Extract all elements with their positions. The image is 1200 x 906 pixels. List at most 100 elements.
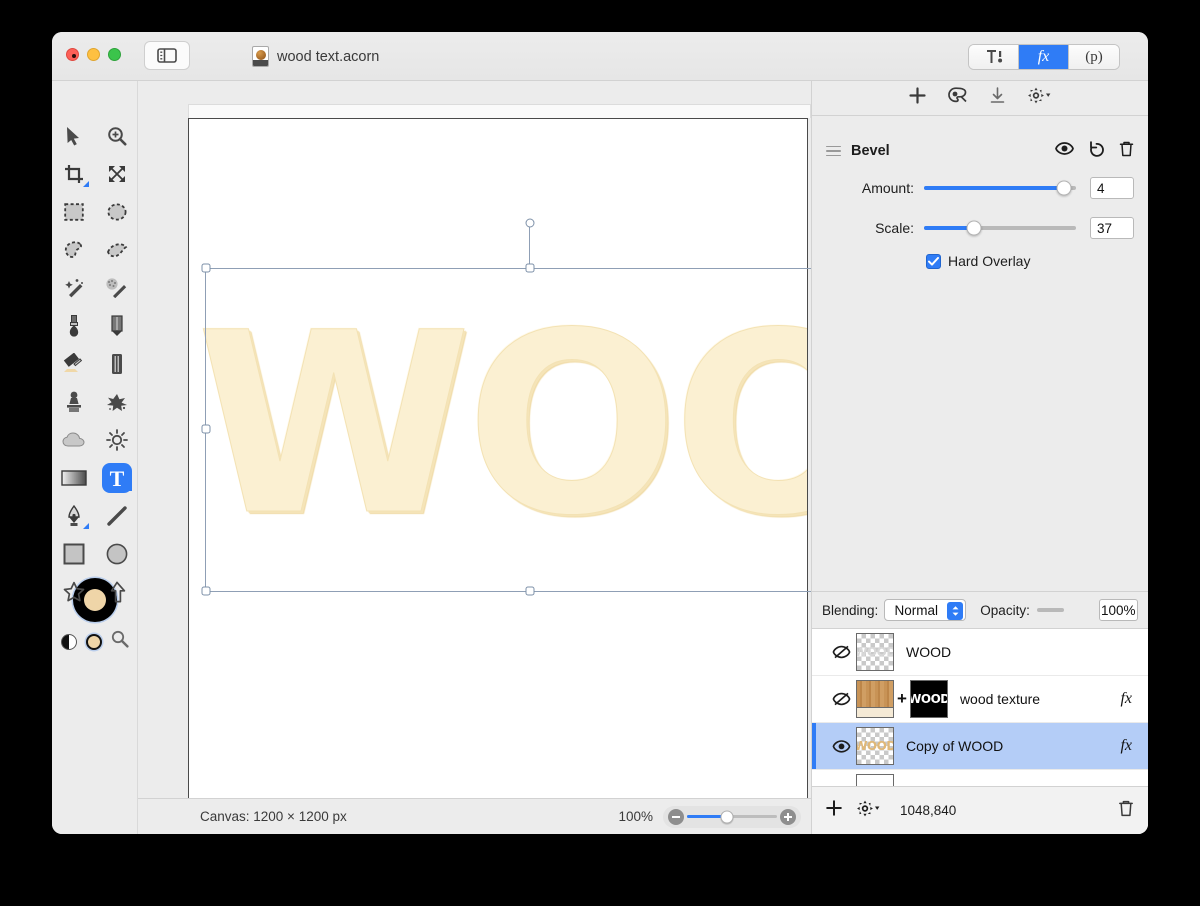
delete-icon[interactable] [1119,141,1134,162]
tab-presets[interactable]: (p) [1069,45,1119,69]
visibility-eye-icon[interactable] [1055,142,1074,160]
polygon-lasso-tool[interactable] [95,231,138,269]
layer-visibility-toggle[interactable] [830,692,852,706]
zoom-in-icon[interactable] [780,808,796,825]
rect-select-tool[interactable] [52,193,95,231]
zoom-tool[interactable] [95,117,138,155]
gradient-tool[interactable] [52,459,95,497]
reset-icon[interactable] [1088,140,1105,162]
tab-filters[interactable]: fx [1019,45,1069,69]
canvas-page[interactable]: WOOD [188,118,808,809]
filter-title: Bevel [851,143,890,159]
scale-value-field[interactable]: 37 [1090,217,1134,239]
amount-value-field[interactable]: 4 [1090,177,1134,199]
color-picker-icon[interactable] [111,630,129,653]
scale-slider-knob[interactable] [966,220,982,236]
tab-tools[interactable] [969,45,1019,69]
layer-name[interactable]: WOOD [906,644,951,660]
layer-visibility-toggle[interactable] [830,739,852,753]
eye-hidden-icon [832,692,850,706]
ellipse-select-tool[interactable] [95,193,138,231]
lasso-tool[interactable] [52,231,95,269]
zoom-slider[interactable] [663,805,801,828]
layer-visibility-toggle[interactable] [830,645,852,659]
delete-layer-icon[interactable] [1118,800,1134,822]
blending-mode-value: Normal [894,602,939,618]
filter-controls: Amount: 4 Scale: 37 Hard Overlay [812,173,1148,269]
ellipse-tool[interactable] [95,535,138,573]
line-tool[interactable] [95,497,138,535]
dither-wand-tool[interactable] [95,269,138,307]
rectangle-tool[interactable] [52,535,95,573]
amount-slider[interactable] [924,180,1076,196]
palette-icon[interactable] [948,87,968,109]
drag-grip-icon[interactable] [826,145,841,157]
layer-row-wood-texture[interactable]: + WOOD wood texture fx [812,676,1148,723]
scale-slider[interactable] [924,220,1076,236]
swap-colors-icon[interactable] [61,633,77,650]
line-icon [106,505,128,527]
stamp-icon [64,391,84,413]
document-title[interactable]: wood text.acorn [252,46,379,67]
eraser-icon [111,353,123,375]
app-window: wood text.acorn fx (p) T WO Canvas: 1200… [52,32,1148,834]
download-icon[interactable] [990,87,1005,109]
eye-visible-icon [832,739,850,753]
move-tool[interactable] [52,117,95,155]
zoom-out-icon[interactable] [668,808,684,825]
close-window-button[interactable] [66,48,79,61]
minimize-window-button[interactable] [87,48,100,61]
magic-wand-tool[interactable] [52,269,95,307]
layers-footer: 1048,840 [812,786,1148,834]
layer-thumbnails: WOOD [856,633,894,671]
hard-overlay-checkbox[interactable] [926,253,941,269]
pen-nib-icon [66,505,82,527]
thumbnail-text: WOOD [856,739,894,753]
settings-gear-icon[interactable] [1027,87,1051,109]
zoom-slider-track[interactable] [687,810,777,823]
sidebar-toggle-button[interactable] [144,41,190,70]
zoom-slider-knob[interactable] [720,810,734,823]
amount-slider-knob[interactable] [1056,180,1072,196]
layer-row-wood[interactable]: WOOD WOOD [812,629,1148,676]
add-filter-icon[interactable] [909,87,926,109]
clone-stamp-tool[interactable] [52,383,95,421]
tool-options-badge [83,523,89,529]
pencil-tool[interactable] [95,307,138,345]
layer-name[interactable]: Copy of WOOD [906,738,1003,754]
opacity-value-field[interactable]: 100% [1098,599,1138,621]
text-tool[interactable]: T [95,459,138,497]
layer-fx-badge[interactable]: fx [1120,737,1132,755]
paint-bucket-tool[interactable] [52,345,95,383]
brush-tool[interactable] [52,307,95,345]
zoom-window-button[interactable] [108,48,121,61]
layer-settings-gear-icon[interactable] [856,800,880,822]
transform-tool[interactable] [95,155,138,193]
document-title-text: wood text.acorn [277,48,380,65]
layer-memory-count: 1048,840 [900,803,957,818]
canvas-status-bar: Canvas: 1200 × 1200 px 100% [138,798,811,834]
rectangle-icon [63,543,85,565]
dodge-tool[interactable] [95,421,138,459]
blending-mode-select[interactable]: Normal [884,599,967,621]
control-hard-overlay[interactable]: Hard Overlay [926,253,1148,269]
opacity-slider[interactable] [1036,603,1091,617]
inspector-tab-group: fx (p) [968,44,1120,70]
chevron-updown-icon[interactable] [947,602,964,620]
amount-slider-fill [924,186,1064,190]
crop-tool[interactable] [52,155,95,193]
layer-row-white-background[interactable]: white background [812,770,1148,786]
pen-tool[interactable] [52,497,95,535]
acorn-document-icon [252,46,269,67]
eraser-tool[interactable] [95,345,138,383]
layer-thumbnail [856,774,894,786]
layer-row-copy-of-wood[interactable]: WOOD Copy of WOOD fx [812,723,1148,770]
zoom-level-label: 100% [618,809,653,824]
active-color-indicator[interactable] [86,633,102,650]
smudge-tool[interactable] [95,383,138,421]
layer-name[interactable]: wood texture [960,691,1040,707]
layer-fx-badge[interactable]: fx [1120,690,1132,708]
add-layer-icon[interactable] [826,800,842,821]
blur-tool[interactable] [52,421,95,459]
control-amount: Amount: 4 [812,173,1148,203]
